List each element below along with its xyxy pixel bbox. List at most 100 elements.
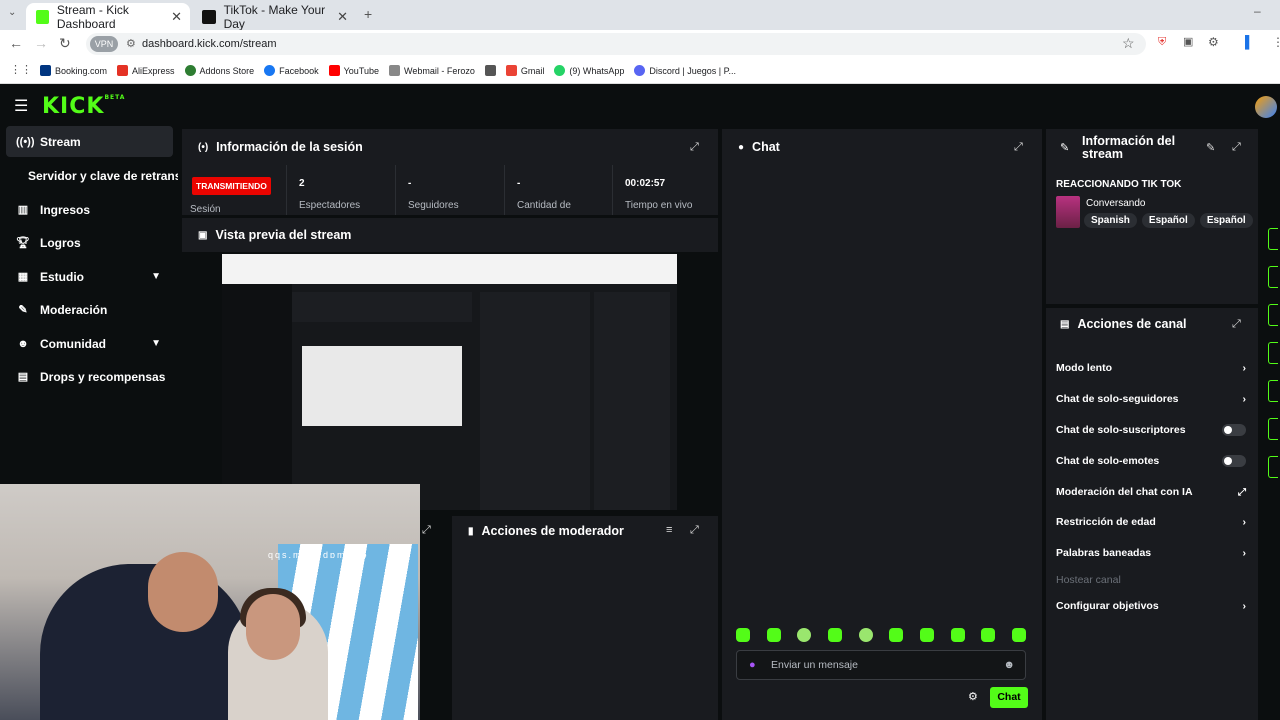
sidebar-item-drops[interactable]: ▤ Drops y recompensas (6, 361, 173, 392)
user-avatar[interactable] (1255, 96, 1277, 118)
sidebar-item-logros[interactable]: 🏆︎ Logros (6, 227, 173, 258)
action-banned-words[interactable]: Palabras baneadas › (1056, 547, 1246, 559)
edit-pencil-icon[interactable]: ✎ (1206, 141, 1215, 154)
chevron-right-icon: › (1242, 600, 1247, 612)
bookmarks-bar: ⋮⋮ Booking.com AliExpress Addons Store F… (0, 58, 1280, 84)
bookmark-star-icon[interactable]: ☆ (1122, 35, 1135, 52)
edge-button[interactable] (1268, 342, 1278, 364)
bookmark-booking[interactable]: Booking.com (40, 65, 107, 76)
back-arrow-icon[interactable]: ← (9, 35, 23, 51)
microphone-icon[interactable]: ● (749, 651, 756, 679)
preview-channel-panel (594, 292, 670, 510)
chart-icon: ▥ (17, 204, 29, 216)
media-extension-icon[interactable]: ▣ (1183, 35, 1193, 48)
bookmark-youtube[interactable]: YouTube (328, 65, 379, 76)
bookmark-facebook[interactable]: Facebook (264, 65, 319, 76)
expand-icon[interactable]: ⤢ (422, 524, 431, 537)
edge-button[interactable] (1268, 228, 1278, 250)
extensions-icon[interactable]: ⚙ (1208, 35, 1219, 49)
expand-icon[interactable]: ⤢ (1232, 318, 1241, 331)
chevron-right-icon: › (1242, 547, 1247, 559)
edge-button[interactable] (1268, 266, 1278, 288)
broadcast-icon: (•) (198, 141, 209, 153)
sidebar-item-stream[interactable]: ((•)) Stream (6, 126, 173, 157)
bookmark-gmail[interactable]: Gmail (505, 65, 544, 76)
emote-icon[interactable] (919, 628, 934, 642)
action-ai-moderation[interactable]: Moderación del chat con IA ⤢ (1056, 486, 1246, 498)
people-icon: ☻ (17, 337, 29, 350)
bookmark-discord[interactable]: Discord | Juegos | P... (634, 65, 736, 76)
filter-icon[interactable]: ≡ (666, 524, 672, 536)
forward-arrow-icon[interactable]: → (34, 35, 48, 51)
url-field[interactable]: VPN ⚙ dashboard.kick.com/stream (86, 33, 1146, 55)
person-left-head (148, 552, 218, 632)
chat-message-input[interactable]: ● Enviar un mensaje ☻ (736, 650, 1026, 680)
close-icon[interactable]: ✕ (171, 9, 182, 25)
emote-icon[interactable] (736, 628, 750, 642)
sidebar-item-moderacion[interactable]: ✎ Moderación (6, 294, 173, 325)
chat-send-button[interactable]: Chat (990, 687, 1028, 708)
bookmark-whatsapp[interactable]: (9) WhatsApp (554, 65, 624, 76)
chat-settings-gear-icon[interactable]: ⚙ (968, 690, 978, 703)
edge-button[interactable] (1268, 304, 1278, 326)
action-followers-only[interactable]: Chat de solo-seguidores › (1056, 393, 1246, 405)
sidebar-item-server-key[interactable]: Servidor y clave de retransn (6, 160, 178, 191)
tab-tiktok[interactable]: TikTok - Make Your Day ✕ (192, 3, 356, 31)
reload-icon[interactable]: ↻ (59, 35, 71, 52)
hamburger-menu-icon[interactable]: ☰ (14, 96, 28, 116)
bookmark-label: Addons Store (199, 65, 255, 76)
action-slow-mode[interactable]: Modo lento › (1056, 362, 1246, 374)
sidebar-item-estudio[interactable]: ▦ Estudio ▼ (6, 261, 173, 292)
expand-icon[interactable]: ⤢ (690, 524, 699, 537)
edge-button[interactable] (1268, 418, 1278, 440)
book-icon: ▮ (468, 525, 474, 537)
wrench-icon: ✎ (1060, 142, 1070, 154)
emotes-only-toggle[interactable] (1222, 455, 1246, 467)
tag-list: Spanish Español Español (1084, 213, 1253, 228)
tag-chip[interactable]: Español (1141, 213, 1195, 228)
expand-icon[interactable]: ⤢ (1232, 141, 1241, 154)
kick-logo[interactable]: KICKBETA (42, 94, 125, 119)
tag-chip[interactable]: Spanish (1084, 213, 1137, 228)
expand-icon[interactable]: ⤢ (1014, 141, 1023, 154)
action-age-restriction[interactable]: Restricción de edad › (1056, 516, 1246, 528)
emote-icon[interactable] (766, 628, 781, 642)
action-configure-goals[interactable]: Configurar objetivos › (1056, 600, 1246, 612)
apps-icon[interactable]: ⋮⋮ (10, 63, 32, 76)
emote-icon[interactable] (889, 628, 904, 642)
emote-icon[interactable] (858, 628, 873, 642)
emote-icon[interactable] (1011, 628, 1026, 642)
webcam-mirrored-text: qqs.mɘoɔdɒm.ɘiɔ (268, 550, 369, 560)
sidebar-item-ingresos[interactable]: ▥ Ingresos (6, 194, 173, 225)
bookmark-addons[interactable]: Addons Store (184, 65, 255, 76)
sidebar-item-comunidad[interactable]: ☻ Comunidad ▼ (6, 328, 173, 359)
stream-preview-video[interactable] (222, 254, 677, 510)
edge-button[interactable] (1268, 380, 1278, 402)
menu-icon[interactable]: ⋮ (1272, 35, 1280, 49)
close-icon[interactable]: ✕ (337, 9, 348, 25)
shield-extension-icon[interactable]: ⛨ (1158, 36, 1166, 49)
subscribers-only-toggle[interactable] (1222, 424, 1246, 436)
bookmark-aliexpress[interactable]: AliExpress (117, 65, 175, 76)
vpn-badge[interactable]: VPN (90, 36, 118, 52)
edge-button[interactable] (1268, 456, 1278, 478)
tab-list-icon[interactable]: ⌄ (8, 7, 16, 18)
bookmark-webmail[interactable]: Webmail - Ferozo (389, 65, 475, 76)
new-tab-button[interactable]: + (364, 6, 372, 22)
emote-icon[interactable] (797, 628, 812, 642)
emote-icon[interactable] (950, 628, 965, 642)
emote-icon[interactable] (981, 628, 996, 642)
session-label: Sesión (190, 204, 221, 215)
site-info-icon[interactable]: ⚙ (126, 33, 136, 55)
expand-icon[interactable]: ⤢ (690, 141, 699, 154)
tab-kick-dashboard[interactable]: Stream - Kick Dashboard ✕ (26, 3, 190, 31)
emote-icon[interactable] (827, 628, 842, 642)
bookmark-unnamed[interactable] (484, 65, 496, 76)
chevron-right-icon: › (1242, 362, 1247, 374)
stat-value: - (408, 178, 412, 189)
tag-chip[interactable]: Español (1199, 213, 1253, 228)
sidebar-item-label: Moderación (40, 302, 108, 317)
sidepanel-icon[interactable]: ▌ (1245, 35, 1254, 49)
emoji-icon[interactable]: ☻ (1003, 651, 1015, 679)
minimize-icon[interactable]: – (1254, 4, 1261, 18)
